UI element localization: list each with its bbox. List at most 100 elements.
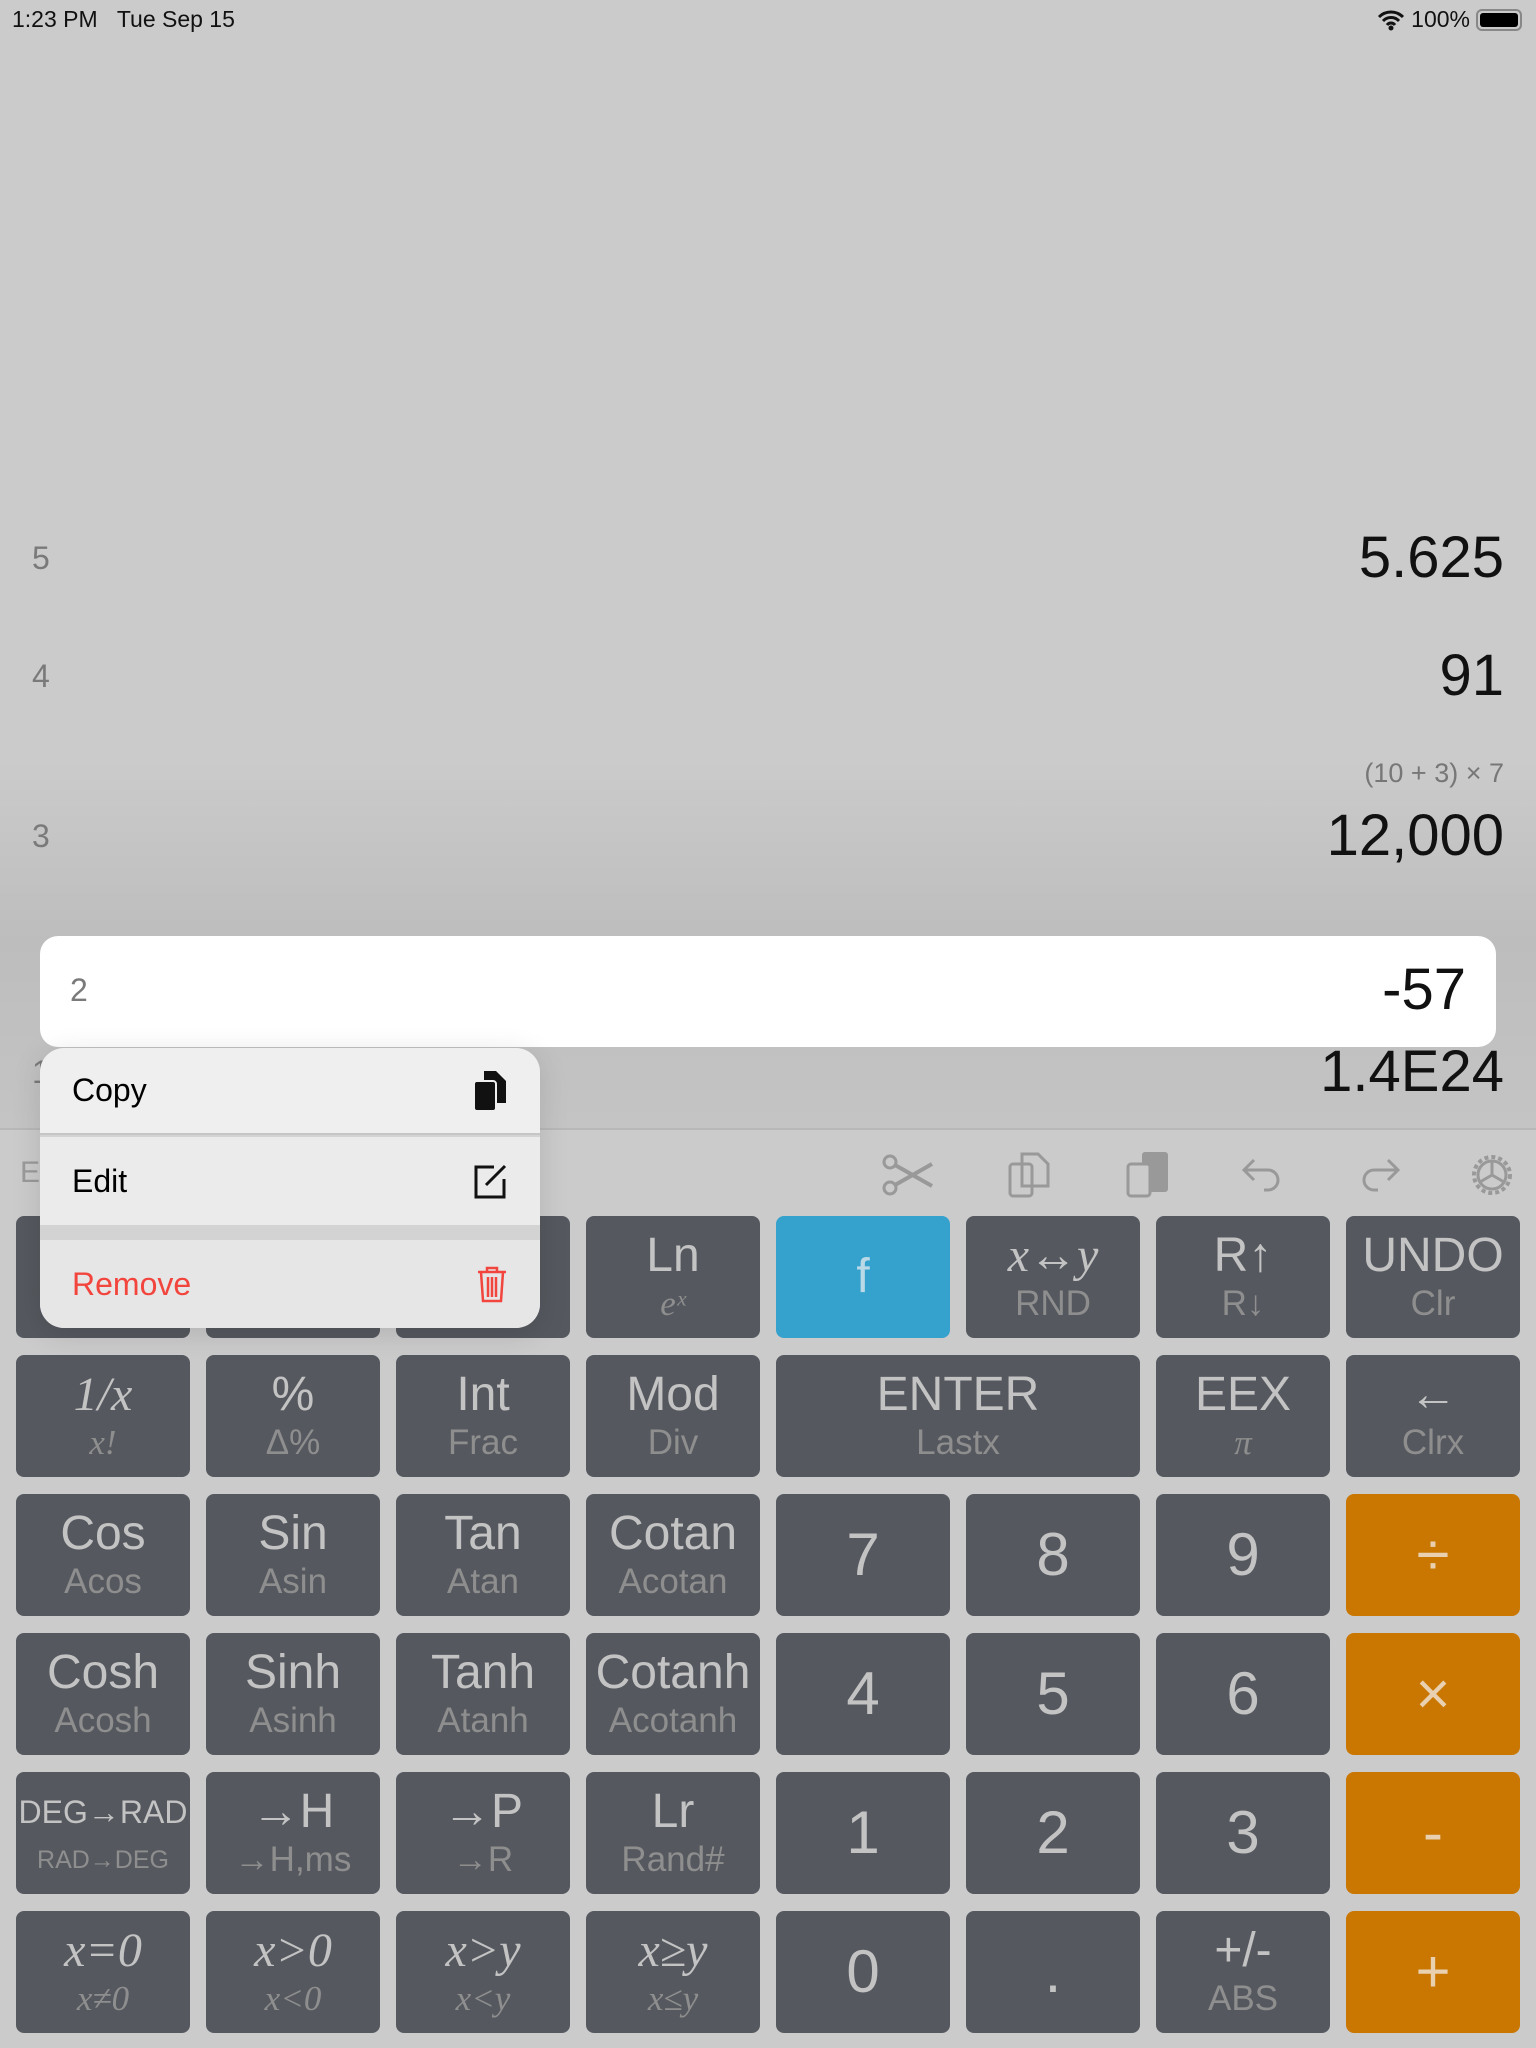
key-secondary-label: eˣ <box>660 1284 686 1323</box>
key-undo[interactable]: UNDO Clr <box>1346 1216 1520 1338</box>
key-tanh[interactable]: Tanh Atanh <box>396 1633 570 1755</box>
key-primary-label: % <box>271 1368 315 1421</box>
key-eex[interactable]: EEX π <box>1156 1355 1330 1477</box>
key-primary-label: 5 <box>1036 1660 1070 1727</box>
key-tan[interactable]: Tan Atan <box>396 1494 570 1616</box>
key-7[interactable]: 7 <box>776 1494 950 1616</box>
key-secondary-label: Acotan <box>618 1562 728 1601</box>
key-primary-label: EEX <box>1194 1368 1292 1421</box>
key-primary-label: 9 <box>1226 1521 1260 1588</box>
key-primary-label: →H <box>251 1785 335 1838</box>
key--[interactable]: × <box>1346 1633 1520 1755</box>
stack-display: 55.625 491 (10 + 3) × 7 312,000 2-57 11.… <box>0 40 1536 1128</box>
key-9[interactable]: 9 <box>1156 1494 1330 1616</box>
key-8[interactable]: 8 <box>966 1494 1140 1616</box>
key-primary-label: x≥y <box>638 1924 708 1977</box>
key-enter[interactable]: ENTER Lastx <box>776 1355 1140 1477</box>
key-2[interactable]: 2 <box>966 1772 1140 1894</box>
key--[interactable]: % Δ% <box>206 1355 380 1477</box>
key-ln[interactable]: Ln eˣ <box>586 1216 760 1338</box>
key-secondary-label: Lastx <box>916 1423 1000 1462</box>
key-1[interactable]: 1 <box>776 1772 950 1894</box>
key-x-y[interactable]: x≥y x≤y <box>586 1911 760 2033</box>
key-int[interactable]: Int Frac <box>396 1355 570 1477</box>
key-primary-label: +/- <box>1214 1924 1272 1977</box>
key--[interactable]: ÷ <box>1346 1494 1520 1616</box>
key--h[interactable]: →H →H,ms <box>206 1772 380 1894</box>
key-secondary-label: RND <box>1015 1284 1091 1323</box>
key-cos[interactable]: Cos Acos <box>16 1494 190 1616</box>
status-time: 1:23 PM Tue Sep 15 <box>12 6 235 32</box>
key-lr[interactable]: Lr Rand# <box>586 1772 760 1894</box>
key-primary-label: x↔y <box>1007 1229 1099 1282</box>
stack-expression: (10 + 3) × 7 <box>1364 758 1504 788</box>
key-primary-label: 6 <box>1226 1660 1260 1727</box>
key-secondary-label: Acosh <box>54 1701 152 1740</box>
key-secondary-label: Clr <box>1410 1284 1456 1323</box>
key-primary-label: ÷ <box>1416 1521 1450 1588</box>
key-mod[interactable]: Mod Div <box>586 1355 760 1477</box>
redo-icon[interactable] <box>1350 1150 1406 1200</box>
copy-icon[interactable] <box>1004 1150 1060 1200</box>
key-0[interactable]: 0 <box>776 1911 950 2033</box>
key-primary-label: 0 <box>846 1938 880 2005</box>
key-4[interactable]: 4 <box>776 1633 950 1755</box>
key-f[interactable]: f <box>776 1216 950 1338</box>
key--[interactable]: + <box>1346 1911 1520 2033</box>
menu-item-copy[interactable]: Copy <box>40 1048 540 1135</box>
key-primary-label: 7 <box>846 1521 880 1588</box>
key-x-0[interactable]: x=0 x≠0 <box>16 1911 190 2033</box>
key-primary-label: x>0 <box>254 1924 332 1977</box>
key-6[interactable]: 6 <box>1156 1633 1330 1755</box>
key-secondary-label: Acos <box>64 1562 142 1601</box>
key-sinh[interactable]: Sinh Asinh <box>206 1633 380 1755</box>
key--[interactable]: +/- ABS <box>1156 1911 1330 2033</box>
paste-icon[interactable] <box>1122 1150 1178 1200</box>
key-cotan[interactable]: Cotan Acotan <box>586 1494 760 1616</box>
key-secondary-label: π <box>1234 1423 1252 1462</box>
key-primary-label: 3 <box>1226 1799 1260 1866</box>
key-cosh[interactable]: Cosh Acosh <box>16 1633 190 1755</box>
key-primary-label: Cotanh <box>595 1646 751 1699</box>
key-secondary-label: Δ% <box>265 1423 321 1462</box>
key-r-[interactable]: R↑ R↓ <box>1156 1216 1330 1338</box>
key-5[interactable]: 5 <box>966 1633 1140 1755</box>
key--[interactable]: . <box>966 1911 1140 2033</box>
key-primary-label: Cosh <box>46 1646 160 1699</box>
key--[interactable]: ← Clrx <box>1346 1355 1520 1477</box>
wifi-icon <box>1378 10 1405 30</box>
key-cotanh[interactable]: Cotanh Acotanh <box>586 1633 760 1755</box>
menu-item-remove[interactable]: Remove <box>40 1240 540 1328</box>
key-1-x[interactable]: 1/x x! <box>16 1355 190 1477</box>
edit-icon <box>474 1164 507 1199</box>
key--p[interactable]: →P →R <box>396 1772 570 1894</box>
key-primary-label: f <box>856 1250 870 1303</box>
key-3[interactable]: 3 <box>1156 1772 1330 1894</box>
key-secondary-label: Asinh <box>249 1701 337 1740</box>
key-secondary-label: Rand# <box>621 1840 725 1879</box>
key-primary-label: . <box>1044 1938 1062 2005</box>
key-primary-label: Sin <box>258 1507 328 1560</box>
undo-icon[interactable] <box>1236 1150 1292 1200</box>
key-x-y[interactable]: x↔y RND <box>966 1216 1140 1338</box>
key--[interactable]: - <box>1346 1772 1520 1894</box>
key-secondary-label: R↓ <box>1221 1284 1265 1323</box>
selected-stack-row[interactable] <box>40 936 1496 1047</box>
key-secondary-label: Atan <box>447 1562 519 1601</box>
settings-gear-icon[interactable] <box>1464 1150 1520 1200</box>
key-primary-label: Mod <box>626 1368 720 1421</box>
key-x-0[interactable]: x>0 x<0 <box>206 1911 380 2033</box>
scissors-icon[interactable] <box>880 1150 936 1200</box>
key-deg-rad[interactable]: DEG→RAD RAD→DEG <box>16 1772 190 1894</box>
key-primary-label: + <box>1415 1938 1451 2005</box>
trash-icon <box>478 1266 506 1303</box>
key-secondary-label: x≠0 <box>76 1979 130 2018</box>
key-secondary-label: →H,ms <box>234 1840 352 1879</box>
key-x-y[interactable]: x>y x<y <box>396 1911 570 2033</box>
key-primary-label: Ln <box>646 1229 700 1282</box>
key-secondary-label: x<0 <box>264 1979 322 2018</box>
key-primary-label: 1 <box>846 1799 880 1866</box>
menu-item-edit[interactable]: Edit <box>40 1137 540 1225</box>
key-primary-label: Int <box>456 1368 510 1421</box>
key-sin[interactable]: Sin Asin <box>206 1494 380 1616</box>
